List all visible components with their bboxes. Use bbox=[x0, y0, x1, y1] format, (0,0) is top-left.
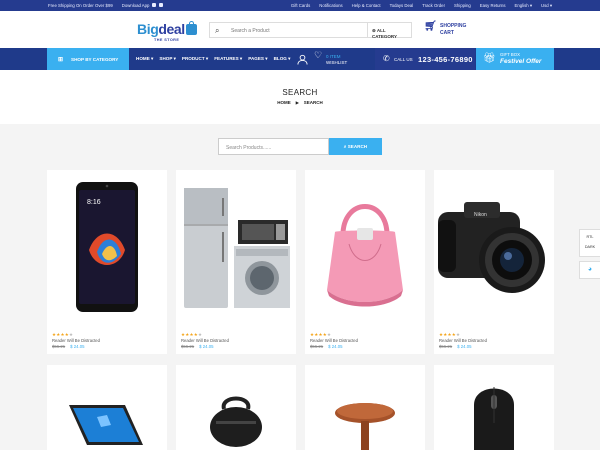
apple-icon[interactable] bbox=[152, 3, 157, 7]
user-icon[interactable] bbox=[297, 54, 308, 67]
product-price: $56.21 $ 24.05 bbox=[52, 344, 85, 349]
side-theme-panel: RTL DARK bbox=[579, 229, 600, 257]
shop-by-category-button[interactable]: ⊞ SHOP BY CATEGORY bbox=[47, 48, 129, 70]
product-price: $56.21 $ 24.05 bbox=[439, 344, 472, 349]
svg-text:8:16: 8:16 bbox=[87, 199, 101, 206]
gift-box-offer[interactable]: 🎁︎ GIFT BOX Festivel Offer bbox=[476, 48, 554, 70]
help-contact-link[interactable]: Help & Contact bbox=[352, 3, 381, 9]
product-card[interactable]: ★★★★★ Reader Will Be Distracted $56.21 $ … bbox=[305, 170, 425, 354]
product-name[interactable]: Reader Will Be Distracted bbox=[181, 338, 229, 343]
product-card[interactable]: 8:16 ★★★★★ Reader Will Be Distracted $56… bbox=[47, 170, 167, 354]
language-select[interactable]: English ▾ bbox=[515, 3, 532, 9]
search-icon: ⌕ bbox=[343, 144, 347, 149]
dslr-camera-image[interactable]: Nikon bbox=[434, 170, 554, 320]
shipping-link[interactable]: Shipping bbox=[454, 3, 471, 9]
computer-mouse-image[interactable] bbox=[434, 365, 554, 450]
easy-returns-link[interactable]: Easy Returns bbox=[480, 3, 506, 9]
search-icon[interactable]: ⌕ bbox=[215, 26, 219, 36]
main-nav: ⊞ SHOP BY CATEGORY HOME ▾ SHOP ▾ PRODUCT… bbox=[0, 48, 600, 70]
download-app-link[interactable]: Download App bbox=[122, 3, 164, 8]
nav-item-product[interactable]: PRODUCT ▾ bbox=[182, 56, 208, 62]
track-order-link[interactable]: Track Order bbox=[422, 3, 445, 9]
rtl-toggle[interactable]: RTL bbox=[580, 235, 600, 239]
user-svg bbox=[297, 54, 308, 65]
product-name[interactable]: Reader Will Be Distracted bbox=[310, 338, 358, 343]
search-button[interactable]: ⌕ SEARCH bbox=[329, 138, 382, 155]
product-card[interactable] bbox=[176, 365, 296, 450]
product-price: $56.21 $ 24.05 bbox=[181, 344, 214, 349]
todays-deal-link[interactable]: Todays Deal bbox=[390, 3, 414, 9]
laptop-image[interactable] bbox=[47, 365, 167, 450]
palette-icon: ◕ bbox=[587, 266, 593, 273]
nav-item-shop[interactable]: SHOP ▾ bbox=[159, 56, 176, 62]
category-dropdown[interactable]: ⊚ ALL CATEGORY bbox=[367, 23, 411, 39]
product-card[interactable]: Nikon ★★★★★ Reader Will Be Distracted $5… bbox=[434, 170, 554, 354]
product-price: $56.21 $ 24.05 bbox=[310, 344, 343, 349]
phone-number[interactable]: 123-456-76890 bbox=[418, 55, 473, 64]
breadcrumb-current: SEARCH bbox=[303, 100, 323, 105]
gift-cards-link[interactable]: Gift Cards bbox=[291, 3, 310, 9]
free-shipping-text: Free Shipping On Order Over $99 bbox=[48, 3, 113, 8]
side-table-image[interactable] bbox=[305, 365, 425, 450]
nav-item-home[interactable]: HOME ▾ bbox=[136, 56, 153, 62]
product-search-input[interactable]: Search Products...... bbox=[218, 138, 329, 155]
nav-item-features[interactable]: FEATURES ▾ bbox=[214, 56, 242, 62]
handbag-image[interactable] bbox=[305, 170, 425, 320]
currency-select[interactable]: Usd ▾ bbox=[541, 3, 552, 9]
chevron-right-icon: ▶ bbox=[295, 100, 299, 105]
header: Bigdeal THE STORE ⌕ Search a Product ⊚ A… bbox=[0, 11, 600, 48]
breadcrumb: HOME ▶ SEARCH bbox=[0, 100, 600, 105]
smartphone-image[interactable]: 8:16 bbox=[47, 170, 167, 320]
product-card[interactable] bbox=[47, 365, 167, 450]
logo[interactable]: Bigdeal bbox=[137, 21, 197, 37]
gift-icon: 🎁︎ bbox=[483, 53, 496, 64]
notifications-link[interactable]: Notifications bbox=[319, 3, 342, 9]
product-card[interactable]: ★★★★★ Reader Will Be Distracted $56.21 $ … bbox=[176, 170, 296, 354]
page-title: SEARCH bbox=[282, 88, 318, 97]
heart-icon: ♡ bbox=[314, 50, 323, 60]
nav-item-blog[interactable]: BLOG ▾ bbox=[274, 56, 291, 62]
android-icon[interactable] bbox=[159, 3, 164, 7]
top-bar: Free Shipping On Order Over $99 Download… bbox=[0, 0, 600, 11]
product-name[interactable]: Reader Will Be Distracted bbox=[52, 338, 100, 343]
dark-mode-toggle[interactable]: DARK bbox=[580, 245, 600, 249]
grid-icon: ⊞ bbox=[58, 57, 64, 63]
nav-menu: HOME ▾ SHOP ▾ PRODUCT ▾ FEATURES ▾ PAGES… bbox=[136, 56, 290, 62]
header-search-input[interactable]: Search a Product bbox=[231, 28, 270, 34]
call-us-box: ✆ CALL US 123-456-76890 bbox=[375, 48, 475, 70]
nav-item-pages[interactable]: PAGES ▾ bbox=[248, 56, 267, 62]
pot-image[interactable] bbox=[176, 365, 296, 450]
svg-text:Nikon: Nikon bbox=[474, 212, 487, 218]
phone-icon: ✆ bbox=[383, 54, 390, 63]
product-card[interactable] bbox=[305, 365, 425, 450]
shopping-bag-icon bbox=[185, 21, 197, 35]
header-search-box[interactable]: ⌕ Search a Product ⊚ ALL CATEGORY bbox=[209, 22, 412, 39]
color-picker-button[interactable]: ◕ bbox=[579, 261, 600, 279]
cart-icon[interactable]: 🛒︎ bbox=[424, 22, 437, 32]
product-name[interactable]: Reader Will Be Distracted bbox=[439, 338, 487, 343]
breadcrumb-home[interactable]: HOME bbox=[277, 100, 291, 105]
logo-tagline: THE STORE bbox=[154, 38, 180, 42]
product-search: Search Products...... ⌕ SEARCH bbox=[218, 138, 382, 155]
page-banner bbox=[0, 70, 600, 124]
product-card[interactable] bbox=[434, 365, 554, 450]
home-appliances-image[interactable] bbox=[176, 170, 296, 320]
